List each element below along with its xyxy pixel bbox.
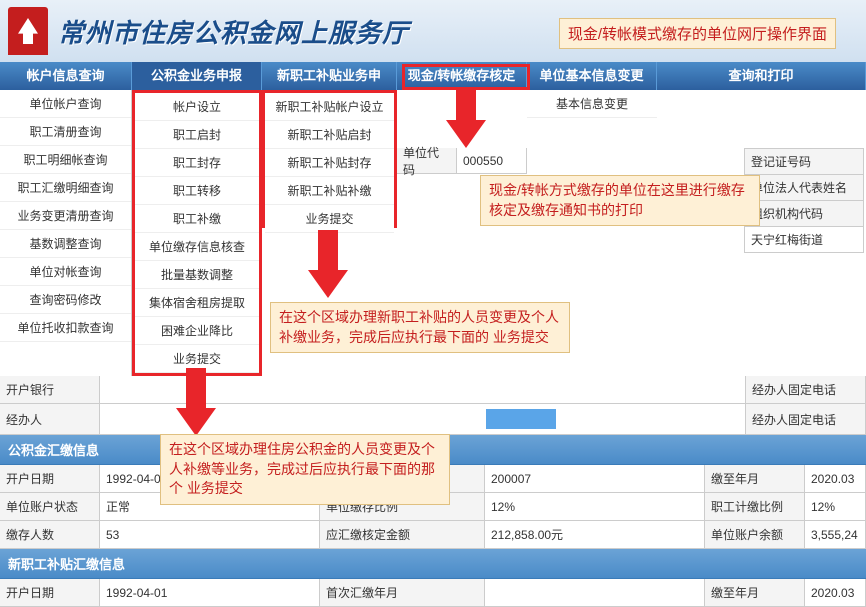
g1r2l1: 单位账户状态 [0,493,100,520]
g1r1v2: 200007 [485,465,705,492]
redacted-field [486,409,556,429]
g1r3v1: 53 [100,521,320,548]
g1r3v3: 3,555,24 [805,521,866,548]
sm-submit-2[interactable]: 业务提交 [135,345,259,373]
sm-emp-transfer[interactable]: 职工转移 [135,177,259,205]
sm-base-adj[interactable]: 基数调整查询 [0,230,131,258]
section-new-emp-remit: 新职工补贴汇缴信息 [0,549,866,579]
val-agent [100,404,746,434]
sm-emp-seal[interactable]: 职工封存 [135,149,259,177]
sm-diff-corp[interactable]: 困难企业降比 [135,317,259,345]
content-area: 单位帐户查询 职工清册查询 职工明细帐查询 职工汇缴明细查询 业务变更清册查询 … [0,90,866,607]
label-agent-phone: 经办人固定电话 [746,376,866,403]
nav-fund-declare[interactable]: 公积金业务申报 [132,62,262,90]
g1r1l3: 缴至年月 [705,465,805,492]
grid1-r3: 缴存人数 53 应汇缴核定金额 212,858.00元 单位账户余额 3,555… [0,521,866,549]
sm-emp-list[interactable]: 职工清册查询 [0,118,131,146]
submenu-col-4: 单位代码 000550 [397,90,527,376]
nav-cash-transfer[interactable]: 现金/转帐缴存核定 [397,62,527,90]
main-nav: 帐户信息查询 公积金业务申报 新职工补贴业务申报 现金/转帐缴存核定 单位基本信… [0,62,866,90]
sm-new-supp[interactable]: 新职工补贴补缴 [265,177,394,205]
label-unit-code: 单位代码 [397,148,457,173]
sm-unit-recon[interactable]: 单位对帐查询 [0,258,131,286]
page-title: 常州市住房公积金网上服务厅 [58,13,409,50]
label-agent-phone2: 经办人固定电话 [746,404,866,434]
g1r2l3: 职工计缴比例 [705,493,805,520]
sm-emp-supp[interactable]: 职工补缴 [135,205,259,233]
sm-emp-unseal[interactable]: 职工启封 [135,121,259,149]
g2r1v1: 1992-04-01 [100,579,320,606]
sm-new-seal[interactable]: 新职工补贴封存 [265,149,394,177]
nav-account-query[interactable]: 帐户信息查询 [0,62,132,90]
g1r2v3: 12% [805,493,866,520]
g2r1l1: 开户日期 [0,579,100,606]
g2r1l2: 首次汇缴年月 [320,579,485,606]
submenu-row: 单位帐户查询 职工清册查询 职工明细帐查询 职工汇缴明细查询 业务变更清册查询 … [0,90,866,376]
g1r3l1: 缴存人数 [0,521,100,548]
sm-account-setup[interactable]: 帐户设立 [135,93,259,121]
g2r1v2 [485,579,705,606]
g1r1l2: 首次汇缴年月 [320,465,485,492]
sm-pwd-change[interactable]: 查询密码修改 [0,286,131,314]
sm-emp-detail[interactable]: 职工明细帐查询 [0,146,131,174]
sm-basic-change[interactable]: 基本信息变更 [527,90,657,118]
g2r1v3: 2020.03 [805,579,866,606]
g1r3l2: 应汇缴核定金额 [320,521,485,548]
g1r1v3: 2020.03 [805,465,866,492]
submenu-col-1: 单位帐户查询 职工清册查询 职工明细帐查询 职工汇缴明细查询 业务变更清册查询 … [0,90,132,376]
sm-deposit-check[interactable]: 单位缴存信息核查 [135,233,259,261]
sm-submit-3[interactable]: 业务提交 [265,205,394,233]
submenu-col-5: 基本信息变更 [527,90,657,376]
sm-dorm-rent[interactable]: 集体宿舍租房提取 [135,289,259,317]
sm-change-list[interactable]: 业务变更清册查询 [0,202,131,230]
submenu-col-2: 帐户设立 职工启封 职工封存 职工转移 职工补缴 单位缴存信息核查 批量基数调整… [132,90,262,376]
page-header: 常州市住房公积金网上服务厅 现金/转帐模式缴存的单位网厅操作界面 [0,0,866,62]
sm-collect-deduct[interactable]: 单位托收扣款查询 [0,314,131,342]
grid1-r1: 开户日期 1992-04-01 首次汇缴年月 200007 缴至年月 2020.… [0,465,866,493]
sm-unit-account[interactable]: 单位帐户查询 [0,90,131,118]
g1r2v1: 正常 [100,493,320,520]
g1r3v2: 212,858.00元 [485,521,705,548]
val-open-bank [100,376,746,403]
label-open-bank: 开户银行 [0,376,100,403]
annotation-top: 现金/转帐模式缴存的单位网厅操作界面 [559,18,836,49]
sm-new-setup[interactable]: 新职工补贴帐户设立 [265,93,394,121]
sm-batch-base[interactable]: 批量基数调整 [135,261,259,289]
row-open-bank: 开户银行 经办人固定电话 [0,376,866,404]
g1r2v2: 12% [485,493,705,520]
sm-new-unseal[interactable]: 新职工补贴启封 [265,121,394,149]
grid1-r2: 单位账户状态 正常 单位缴存比例 12% 职工计缴比例 12% [0,493,866,521]
g1r2l2: 单位缴存比例 [320,493,485,520]
g1r1l1: 开户日期 [0,465,100,492]
row-agent: 经办人 经办人固定电话 [0,404,866,435]
section-fund-remit: 公积金汇缴信息 [0,435,866,465]
logo-icon [8,7,48,55]
g2r1l3: 缴至年月 [705,579,805,606]
nav-new-employee[interactable]: 新职工补贴业务申报 [262,62,397,90]
nav-unit-info[interactable]: 单位基本信息变更 [527,62,657,90]
submenu-col-3: 新职工补贴帐户设立 新职工补贴启封 新职工补贴封存 新职工补贴补缴 业务提交 [262,90,397,228]
label-agent: 经办人 [0,404,100,434]
val-unit-code: 000550 [457,148,527,173]
g1r3l3: 单位账户余额 [705,521,805,548]
grid2-r1: 开户日期 1992-04-01 首次汇缴年月 缴至年月 2020.03 [0,579,866,607]
sm-emp-remit[interactable]: 职工汇缴明细查询 [0,174,131,202]
g1r1v1: 1992-04-01 [100,465,320,492]
nav-query-print[interactable]: 查询和打印 [657,62,866,90]
